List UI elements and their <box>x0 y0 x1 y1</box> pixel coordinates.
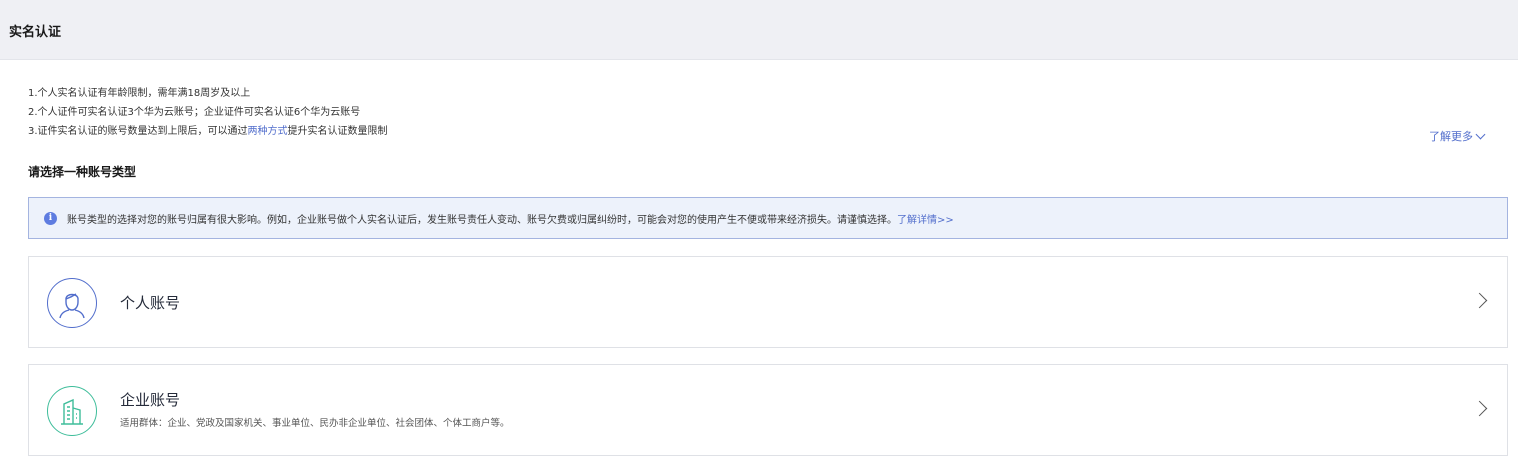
note-upgrade-limit: 3.证件实名认证的账号数量达到上限后，可以通过两种方式提升实名认证数量限制 <box>28 122 388 141</box>
alert-details-link[interactable]: 了解详情>> <box>897 211 954 226</box>
person-icon <box>47 278 97 328</box>
note-upgrade-text: 3.证件实名认证的账号数量达到上限后，可以通过 <box>28 126 248 137</box>
note-account-limit: 2.个人证件可实名认证3个华为云账号；企业证件可实名认证6个华为云账号 <box>28 107 361 118</box>
info-icon: i <box>44 211 57 225</box>
enterprise-account-description: 适用群体：企业、党政及国家机关、事业单位、民办非企业单位、社会团体、个体工商户等… <box>120 418 510 429</box>
notes-list: 1.个人实名认证有年龄限制，需年满18周岁及以上 2.个人证件可实名认证3个华为… <box>28 84 388 141</box>
chevron-right-icon <box>1471 292 1488 309</box>
building-icon <box>47 386 97 436</box>
personal-account-title: 个人账号 <box>120 294 181 312</box>
note-age-limit: 1.个人实名认证有年龄限制，需年满18周岁及以上 <box>28 88 251 99</box>
enterprise-account-title: 企业账号 <box>120 391 181 409</box>
section-title: 请选择一种账号类型 <box>28 165 137 179</box>
enterprise-account-card[interactable]: 企业账号 适用群体：企业、党政及国家机关、事业单位、民办非企业单位、社会团体、个… <box>28 364 1508 456</box>
alert-text: 账号类型的选择对您的账号归属有很大影响。例如，企业账号做个人实名认证后，发生账号… <box>67 214 897 226</box>
learn-more-toggle[interactable]: 了解更多 <box>1429 128 1486 144</box>
note-upgrade-text-after: 提升实名认证数量限制 <box>287 126 388 137</box>
page-title: 实名认证 <box>9 25 62 40</box>
page-header: 实名认证 <box>0 0 1518 60</box>
chevron-down-icon <box>1475 129 1486 140</box>
learn-more-label: 了解更多 <box>1429 130 1473 143</box>
two-methods-link[interactable]: 两种方式 <box>248 126 288 137</box>
personal-account-card[interactable]: 个人账号 <box>28 256 1508 348</box>
chevron-right-icon <box>1471 400 1488 417</box>
info-alert: i 账号类型的选择对您的账号归属有很大影响。例如，企业账号做个人实名认证后，发生… <box>28 197 1508 239</box>
